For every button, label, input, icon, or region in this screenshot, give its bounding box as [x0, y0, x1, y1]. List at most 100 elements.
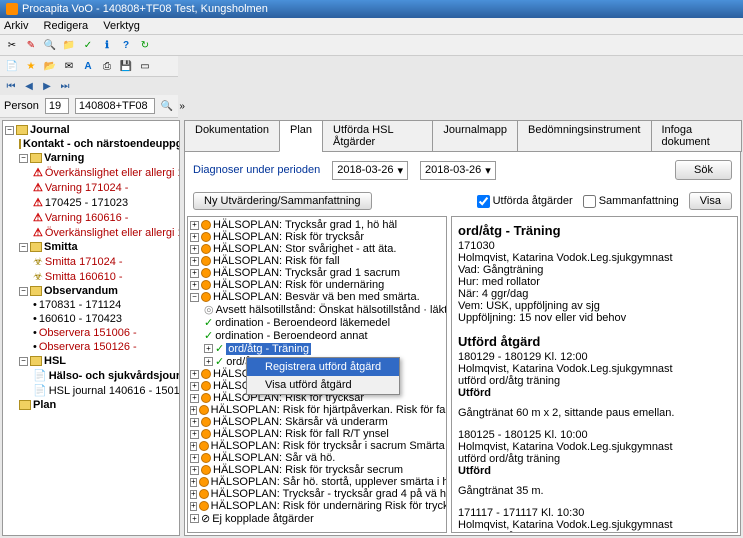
tree-item[interactable]: 160610 - 170423: [39, 313, 122, 325]
expand-icon[interactable]: +: [204, 357, 213, 366]
date-to-select[interactable]: 2018-03-26▾: [420, 161, 496, 180]
plan-item[interactable]: HÄLSOPLAN: Risk för trycksår i sacrum Sm…: [211, 440, 447, 452]
menu-verktyg[interactable]: Verktyg: [103, 20, 140, 32]
tool-save-icon[interactable]: 💾: [118, 58, 134, 74]
expand-icon[interactable]: +: [190, 442, 197, 451]
plan-item[interactable]: HÄLSOPLAN: Stor svårighet - att äta.: [213, 243, 396, 255]
tree-journal[interactable]: Journal: [30, 124, 70, 136]
plan-item[interactable]: HÄLSOPLAN: Risk för hjärtpåverkan. Risk …: [211, 404, 447, 416]
tree-item[interactable]: Observera 151006 -: [39, 327, 137, 339]
tree-item[interactable]: Överkänslighet eller allergi 180301: [45, 167, 180, 179]
tool-bold-icon[interactable]: A: [80, 58, 96, 74]
expand-icon[interactable]: −: [190, 293, 199, 302]
expand-icon[interactable]: +: [190, 245, 199, 254]
expand-icon[interactable]: +: [190, 430, 199, 439]
tool-search-icon[interactable]: 🔍: [42, 37, 58, 53]
plan-item[interactable]: HÄLSOPLAN: Trycksår grad 1, hö häl: [213, 219, 397, 231]
person-id-input[interactable]: [75, 98, 155, 114]
expand-icon[interactable]: +: [190, 514, 199, 523]
expand-icon[interactable]: +: [190, 394, 199, 403]
tool-cut-icon[interactable]: ✂: [4, 37, 20, 53]
expand-icon[interactable]: +: [190, 478, 197, 487]
plan-item-selected[interactable]: ord/åtg - Träning: [226, 343, 311, 355]
tree-item[interactable]: 170831 - 171124: [39, 299, 121, 311]
tree-item[interactable]: Varning 160616 -: [45, 212, 129, 224]
ny-utvardering-button[interactable]: Ny Utvärdering/Sammanfattning: [193, 192, 372, 210]
tab-dokumentation[interactable]: Dokumentation: [184, 120, 280, 152]
expand-icon[interactable]: +: [190, 418, 199, 427]
nav-next-icon[interactable]: ▶: [40, 79, 54, 93]
plan-item[interactable]: HÄLSOPLAN: Trycksår grad 1 sacrum: [213, 267, 400, 279]
cb-sammanfattning-input[interactable]: [583, 195, 596, 208]
cb-utforda-input[interactable]: [477, 195, 490, 208]
expand-icon[interactable]: −: [19, 154, 28, 163]
sok-button[interactable]: Sök: [675, 160, 732, 180]
expand-icon[interactable]: +: [190, 221, 199, 230]
plan-item[interactable]: HÄLSOPLAN: Risk för undernäring: [213, 279, 384, 291]
tool-mail-icon[interactable]: ✉: [61, 58, 77, 74]
person-expand-icon[interactable]: »: [179, 98, 185, 114]
nav-prev-icon[interactable]: ◀: [22, 79, 36, 93]
plan-item[interactable]: HÄLSOPLAN: Besvär vä ben med smärta.: [213, 291, 420, 303]
tree-item[interactable]: Smitta 171024 -: [45, 256, 123, 268]
tool-help-icon[interactable]: ?: [118, 37, 134, 53]
tree-observandum[interactable]: Observandum: [44, 285, 118, 297]
plan-item[interactable]: Ej kopplade åtgärder: [212, 513, 314, 525]
tab-plan[interactable]: Plan: [279, 120, 323, 152]
tool-refresh-icon[interactable]: ↻: [137, 37, 153, 53]
tab-journalmapp[interactable]: Journalmapp: [432, 120, 518, 152]
tool-folder-icon[interactable]: 📁: [61, 37, 77, 53]
tool-wand-icon[interactable]: ✎: [23, 37, 39, 53]
tab-bedomning[interactable]: Bedömningsinstrument: [517, 120, 652, 152]
tree-item[interactable]: HSL journal 140616 - 150126: [49, 385, 180, 397]
tree-varning[interactable]: Varning: [44, 152, 84, 164]
expand-icon[interactable]: −: [19, 287, 28, 296]
tree-item[interactable]: Varning 171024 -: [45, 182, 129, 194]
tree-item[interactable]: 170425 - 171023: [45, 197, 128, 209]
person-num-input[interactable]: [45, 98, 69, 114]
tree-kontakt[interactable]: Kontakt - och närstoendeuppgifter: [23, 138, 180, 150]
plan-item[interactable]: ordination - Beroendeord läkemedel: [215, 317, 390, 329]
tree-item[interactable]: Hälso- och sjukvårdsjournal 150126: [49, 370, 180, 382]
journal-tree[interactable]: − Journal Kontakt - och närstoendeuppgift…: [2, 120, 180, 536]
plan-item[interactable]: HÄLSOPLAN: Risk för trycksår secrum: [213, 464, 403, 476]
plan-item[interactable]: HÄLSOPLAN: Risk för trycksår: [213, 231, 364, 243]
expand-icon[interactable]: +: [190, 502, 197, 511]
tree-item[interactable]: Smitta 160610 -: [45, 271, 123, 283]
expand-icon[interactable]: +: [190, 257, 199, 266]
tree-plan[interactable]: Plan: [33, 399, 56, 411]
tab-infoga[interactable]: Infoga dokument: [651, 120, 743, 152]
expand-icon[interactable]: +: [190, 406, 197, 415]
nav-last-icon[interactable]: ⏭: [58, 79, 72, 93]
tool-print-icon[interactable]: ⎙: [99, 58, 115, 74]
menu-redigera[interactable]: Redigera: [44, 20, 89, 32]
cb-utforda[interactable]: Utförda åtgärder: [477, 195, 573, 208]
tree-hsl[interactable]: HSL: [44, 355, 66, 367]
plan-item[interactable]: HÄLSOPLAN: Skärsår vä underarm: [213, 416, 388, 428]
plan-item[interactable]: HÄLSOPLAN: Risk för fall: [213, 255, 340, 267]
person-search-icon[interactable]: 🔍: [161, 98, 173, 114]
expand-icon[interactable]: −: [5, 126, 14, 135]
plan-item[interactable]: HÄLSOPLAN: Risk för fall R/T ynsel: [213, 428, 389, 440]
tab-utforda[interactable]: Utförda HSL Åtgärder: [322, 120, 433, 152]
tool-star-icon[interactable]: ★: [23, 58, 39, 74]
tree-smitta[interactable]: Smitta: [44, 241, 78, 253]
nav-first-icon[interactable]: ⏮: [4, 79, 18, 93]
plan-item[interactable]: HÄLSOPLAN: Risk för undernäring Risk för…: [211, 500, 447, 512]
tool-doc-icon[interactable]: 📄: [4, 58, 20, 74]
expand-icon[interactable]: +: [190, 490, 197, 499]
expand-icon[interactable]: +: [190, 370, 199, 379]
cb-sammanfattning[interactable]: Sammanfattning: [583, 195, 679, 208]
tree-item[interactable]: Observera 150126 -: [39, 341, 137, 353]
plan-item[interactable]: HÄLSOPLAN: Sår hö. stortå, upplever smär…: [211, 476, 447, 488]
date-from-select[interactable]: 2018-03-26▾: [332, 161, 408, 180]
cm-visa[interactable]: Visa utförd åtgärd: [247, 376, 399, 394]
plan-item[interactable]: HÄLSOPLAN: Trycksår - trycksår grad 4 på…: [211, 488, 447, 500]
tool-info-icon[interactable]: ℹ: [99, 37, 115, 53]
expand-icon[interactable]: +: [190, 454, 199, 463]
expand-icon[interactable]: +: [190, 269, 199, 278]
tool-open-icon[interactable]: 📂: [42, 58, 58, 74]
tree-item[interactable]: Överkänslighet eller allergi 160610: [45, 227, 180, 239]
plan-item[interactable]: Avsett hälsotillstånd: Önskat hälsotills…: [216, 304, 447, 316]
visa-button[interactable]: Visa: [689, 192, 732, 210]
